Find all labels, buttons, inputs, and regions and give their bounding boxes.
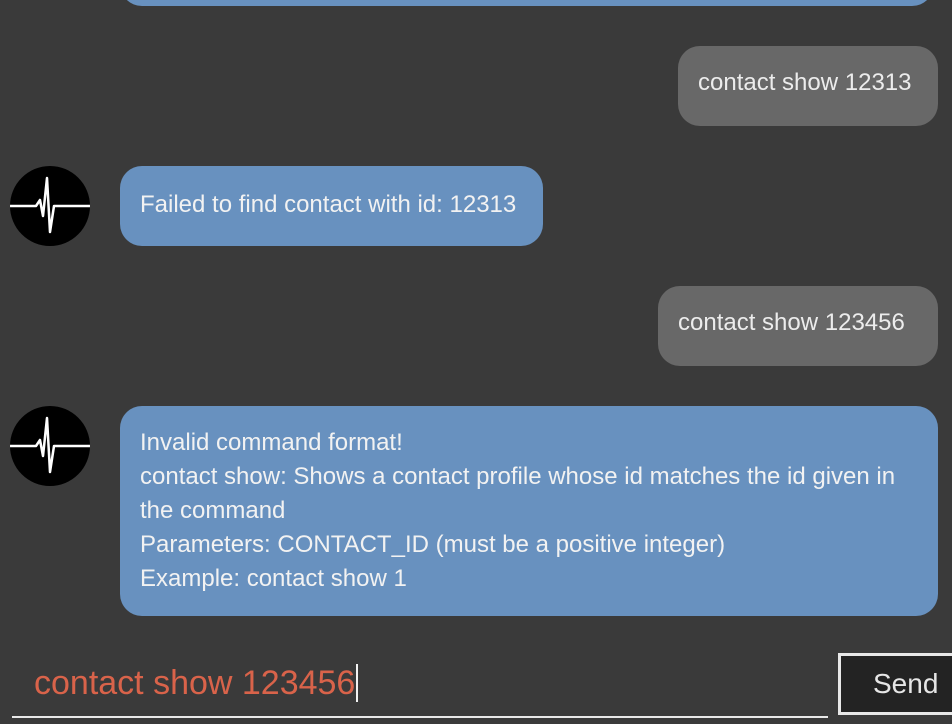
bot-message-line: the command <box>140 497 286 524</box>
send-button-label: Send <box>873 668 939 699</box>
heartbeat-icon <box>10 416 90 474</box>
command-input[interactable]: contact show 123456 <box>12 648 828 718</box>
bot-avatar <box>10 166 90 246</box>
user-message-text: contact show 12313 <box>698 69 912 96</box>
bot-message-text: Failed to find contact with id: 12313 <box>140 191 517 218</box>
bot-message-line: Parameters: CONTACT_ID (must be a positi… <box>140 531 726 558</box>
chat-history[interactable]: contact show 12313 Failed to find contac… <box>0 0 952 636</box>
chat-app: contact show 12313 Failed to find contac… <box>0 0 952 724</box>
bot-message-bubble: Invalid command format! contact show: Sh… <box>120 406 938 616</box>
bot-message-line: Example: contact show 1 <box>140 565 407 592</box>
user-message-bubble: contact show 12313 <box>678 46 938 126</box>
bot-message-bubble <box>120 0 934 6</box>
user-message-bubble: contact show 123456 <box>658 286 938 366</box>
send-button[interactable]: Send <box>838 653 952 715</box>
heartbeat-icon <box>10 176 90 234</box>
bot-message-line: contact show: Shows a contact profile wh… <box>140 463 896 490</box>
bot-message-bubble: Failed to find contact with id: 12313 <box>120 166 543 246</box>
user-message-text: contact show 123456 <box>678 309 905 336</box>
bot-avatar <box>10 406 90 486</box>
command-input-text: contact show 123456 <box>34 664 356 702</box>
bot-message-line: Invalid command format! <box>140 429 403 456</box>
text-caret <box>356 664 359 703</box>
